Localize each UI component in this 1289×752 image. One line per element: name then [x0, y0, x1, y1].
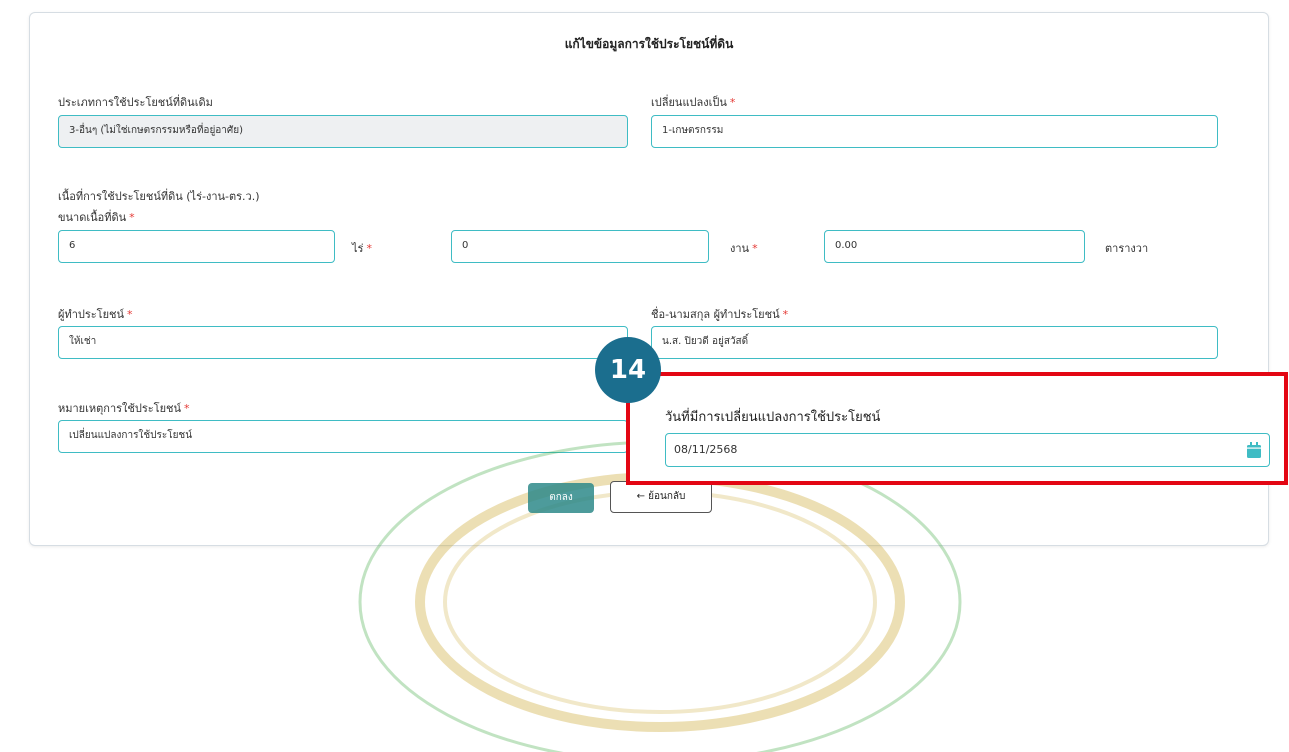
land-size-label: ขนาดเนื้อที่ดิน * — [58, 211, 135, 224]
ngan-unit-label: งาน * — [730, 242, 758, 255]
change-to-label: เปลี่ยนแปลงเป็น * — [651, 96, 736, 109]
highlight-box: วันที่มีการเปลี่ยนแปลงการใช้ประโยชน์ 08/… — [626, 372, 1288, 485]
reason-label: หมายเหตุการใช้ประโยชน์ * — [58, 402, 190, 415]
rai-unit-label: ไร่ * — [352, 242, 372, 255]
step-number-badge: 14 — [595, 337, 661, 403]
change-date-value: 08/11/2568 — [674, 443, 738, 456]
ngan-input[interactable]: 0 — [451, 230, 709, 263]
original-use-field: 3-อื่นๆ (ไม่ใช่เกษตรกรรมหรือที่อยู่อาศัย… — [58, 115, 628, 148]
back-button[interactable]: ← ย้อนกลับ — [610, 481, 712, 513]
user-select[interactable]: ให้เช่า — [58, 326, 628, 359]
form-title: แก้ไขข้อมูลการใช้ประโยชน์ที่ดิน — [564, 37, 734, 51]
change-date-input[interactable]: 08/11/2568 — [665, 433, 1270, 467]
original-use-label: ประเภทการใช้ประโยชน์ที่ดินเดิม — [58, 96, 213, 109]
user-name-input[interactable]: น.ส. ปิยวดี อยู่สวัสดิ์ — [651, 326, 1218, 359]
area-section-label: เนื้อที่การใช้ประโยชน์ที่ดิน (ไร่-งาน-ตร… — [58, 190, 260, 203]
calendar-icon[interactable] — [1247, 442, 1261, 458]
reason-input[interactable]: เปลี่ยนแปลงการใช้ประโยชน์ — [58, 420, 628, 453]
user-label: ผู้ทำประโยชน์ * — [58, 308, 133, 321]
rai-input[interactable]: 6 — [58, 230, 335, 263]
ok-button[interactable]: ตกลง — [528, 483, 594, 513]
wa-input[interactable]: 0.00 — [824, 230, 1085, 263]
wa-unit-label: ตารางวา — [1105, 242, 1149, 255]
change-to-select[interactable]: 1-เกษตรกรรม — [651, 115, 1218, 148]
user-name-label: ชื่อ-นามสกุล ผู้ทำประโยชน์ * — [651, 308, 789, 321]
change-date-label: วันที่มีการเปลี่ยนแปลงการใช้ประโยชน์ — [665, 410, 881, 425]
